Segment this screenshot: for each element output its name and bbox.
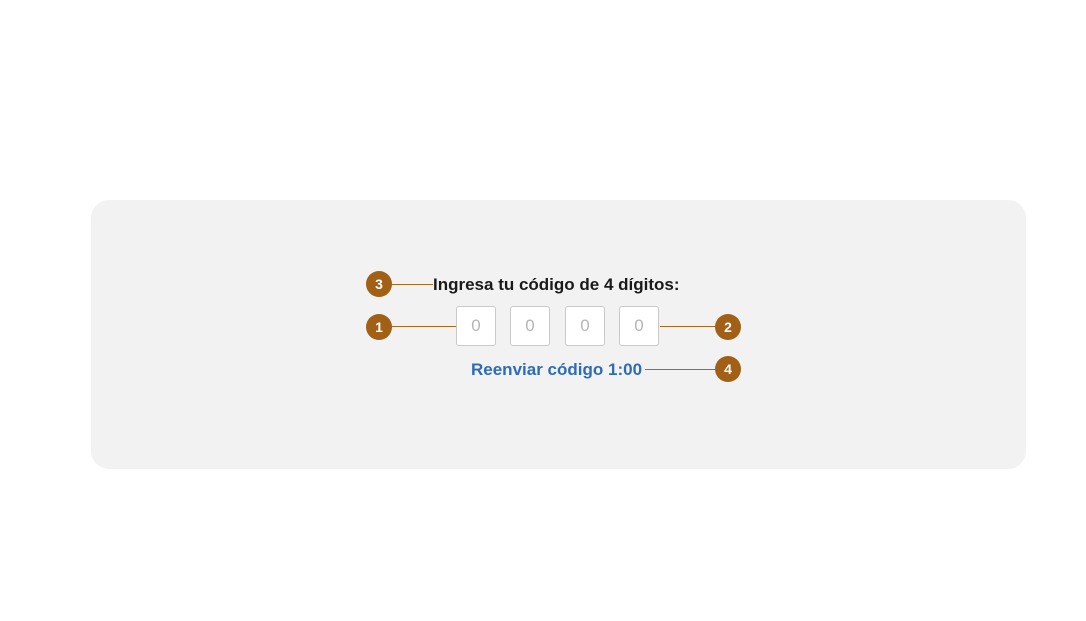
- otp-title: Ingresa tu código de 4 dígitos:: [433, 275, 680, 294]
- annotation-marker-3: 3: [366, 271, 392, 297]
- otp-panel: [91, 200, 1026, 469]
- resend-code-link[interactable]: Reenviar código 1:00: [471, 359, 642, 381]
- annotation-marker-2: 2: [715, 314, 741, 340]
- otp-digit-input-1[interactable]: [456, 306, 496, 346]
- annotation-marker-4: 4: [715, 356, 741, 382]
- annotation-marker-1: 1: [366, 314, 392, 340]
- annotation-leader-2: [660, 326, 715, 327]
- annotation-leader-4: [645, 369, 715, 370]
- otp-digit-input-2[interactable]: [510, 306, 550, 346]
- annotation-leader-1: [391, 326, 456, 327]
- otp-digit-input-4[interactable]: [619, 306, 659, 346]
- otp-digit-input-3[interactable]: [565, 306, 605, 346]
- resend-timer: 1:00: [608, 360, 643, 379]
- resend-code-label: Reenviar código: [471, 360, 604, 379]
- annotation-leader-3: [391, 284, 433, 285]
